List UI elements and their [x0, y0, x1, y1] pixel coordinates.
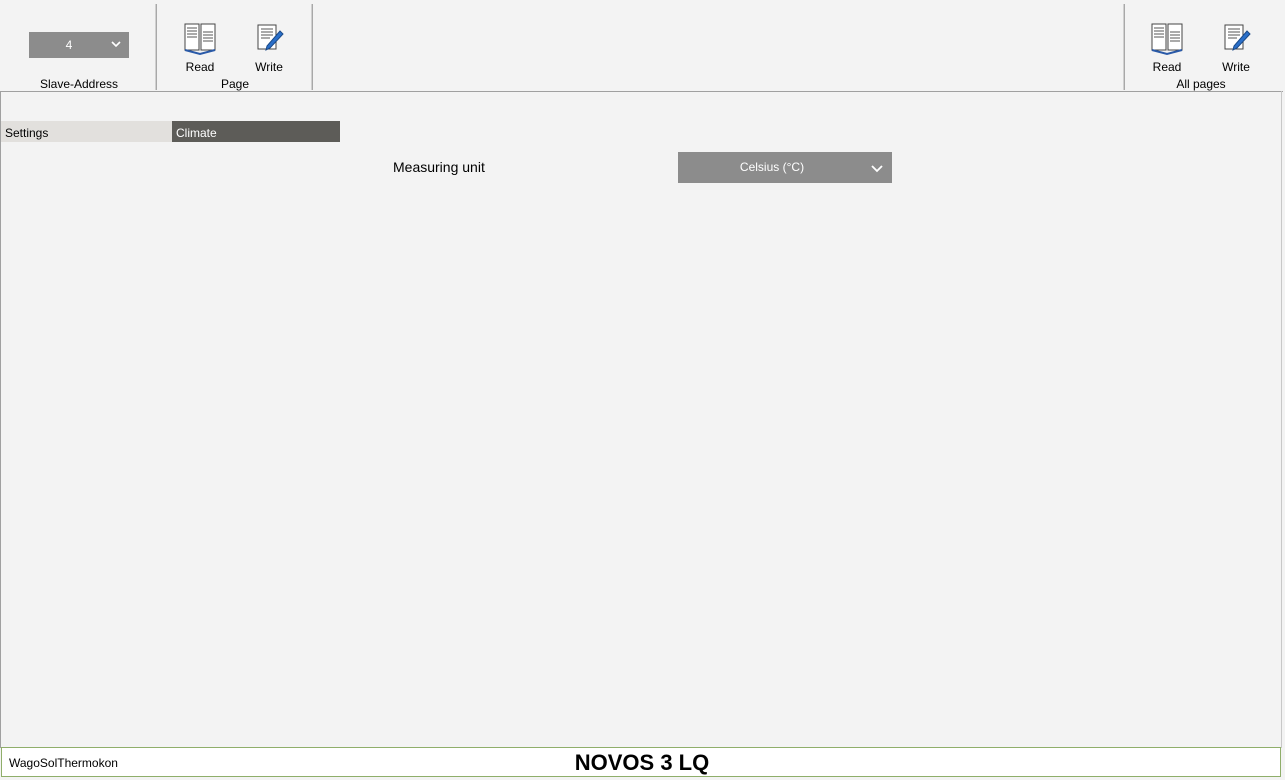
app-window: 4 Slave-Address Read Write Page Read Wri… — [0, 0, 1285, 780]
all-pages-read-button[interactable]: Read — [1142, 22, 1192, 78]
all-pages-read-label: Read — [1152, 60, 1182, 74]
content-border-left — [0, 91, 1, 748]
measuring-unit-select[interactable]: Celsius (°C) — [678, 152, 892, 183]
device-name: NOVOS 3 LQ — [574, 750, 710, 775]
pencil-write-icon — [1224, 24, 1251, 51]
page-write-label: Write — [255, 60, 283, 74]
all-pages-group-label: All pages — [1176, 77, 1226, 91]
page-group-label: Page — [220, 77, 250, 91]
slave-address-value: 4 — [65, 38, 73, 52]
page-read-button[interactable]: Read — [175, 22, 225, 78]
ribbon-toolbar: 4 Slave-Address Read Write Page Read Wri… — [0, 0, 1283, 92]
ribbon-separator — [311, 4, 313, 90]
content-border-right — [1281, 91, 1282, 748]
all-pages-write-label: Write — [1222, 60, 1250, 74]
measuring-unit-label: Measuring unit — [393, 159, 485, 175]
slave-address-label: Slave-Address — [39, 77, 119, 91]
slave-address-select[interactable]: 4 — [29, 32, 129, 58]
page-read-label: Read — [185, 60, 215, 74]
status-bar: WagoSolThermokon NOVOS 3 LQ — [1, 747, 1281, 777]
page-write-button[interactable]: Write — [244, 22, 294, 78]
ribbon-separator — [1123, 4, 1125, 90]
chevron-down-icon — [871, 165, 883, 173]
book-read-icon — [184, 23, 216, 56]
book-read-icon — [1151, 23, 1183, 56]
tab-climate[interactable]: Climate — [172, 121, 340, 142]
all-pages-write-button[interactable]: Write — [1211, 22, 1261, 78]
chevron-down-icon — [111, 41, 121, 48]
pencil-write-icon — [257, 24, 284, 51]
tab-settings[interactable]: Settings — [1, 121, 172, 142]
measuring-unit-value: Celsius (°C) — [739, 160, 805, 174]
ribbon-separator — [155, 4, 157, 90]
